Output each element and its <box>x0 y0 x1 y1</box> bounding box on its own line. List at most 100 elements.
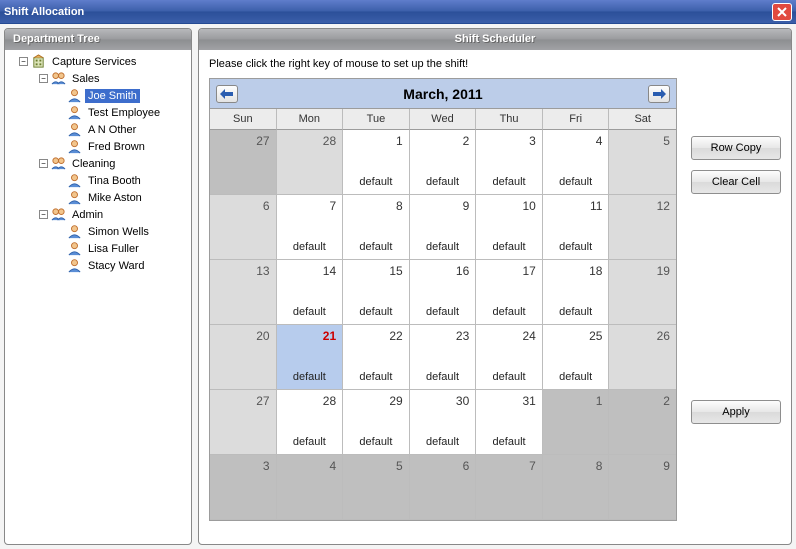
tree-toggle-icon[interactable]: − <box>39 210 48 219</box>
calendar-day-number: 24 <box>480 329 538 343</box>
calendar-cell[interactable]: 6 <box>210 195 277 260</box>
calendar-cell[interactable]: 12 <box>609 195 676 260</box>
instruction-text: Please click the right key of mouse to s… <box>209 58 677 70</box>
calendar-cell[interactable]: 4 default <box>543 130 610 195</box>
calendar-cell[interactable]: 2default <box>410 130 477 195</box>
calendar-cell[interactable]: 5 <box>609 130 676 195</box>
calendar-day-number: 4 <box>547 134 605 148</box>
calendar-cell[interactable]: 13 <box>210 260 277 325</box>
calendar-cell[interactable]: 15default <box>343 260 410 325</box>
close-icon[interactable] <box>772 3 792 21</box>
department-tree[interactable]: − Capture Services − Sales Joe Smith Tes… <box>5 50 191 544</box>
group-icon <box>51 207 66 222</box>
tree-department[interactable]: − Cleaning <box>7 155 189 172</box>
tree-department[interactable]: − Admin <box>7 206 189 223</box>
calendar-cell[interactable]: 3default <box>476 130 543 195</box>
user-icon <box>67 105 82 120</box>
calendar-cell[interactable]: 30default <box>410 390 477 455</box>
calendar-shift-label: default <box>543 241 609 253</box>
user-icon <box>67 190 82 205</box>
tree-toggle-icon[interactable]: − <box>39 74 48 83</box>
calendar-day-number: 3 <box>480 134 538 148</box>
tree-employee[interactable]: Stacy Ward <box>7 257 189 274</box>
calendar-cell[interactable]: 25default <box>543 325 610 390</box>
calendar: March, 2011 SunMonTueWedThuFriSat 27281d… <box>209 78 677 521</box>
tree-node-label: Capture Services <box>49 55 139 69</box>
calendar-cell[interactable]: 10default <box>476 195 543 260</box>
tree-node-label: Cleaning <box>69 157 118 171</box>
calendar-cell[interactable]: 2 <box>609 390 676 455</box>
calendar-cell[interactable]: 1 <box>543 390 610 455</box>
calendar-cell[interactable]: 20 <box>210 325 277 390</box>
calendar-cell[interactable]: 11 default <box>543 195 610 260</box>
calendar-cell[interactable]: 22default <box>343 325 410 390</box>
tree-employee[interactable]: Mike Aston <box>7 189 189 206</box>
calendar-cell[interactable]: 28 <box>277 130 344 195</box>
calendar-day-number: 20 <box>214 329 272 343</box>
calendar-cell[interactable]: 9 <box>609 455 676 520</box>
apply-button[interactable]: Apply <box>691 400 781 424</box>
calendar-cell[interactable]: 7default <box>277 195 344 260</box>
calendar-dow-header: Thu <box>476 109 543 130</box>
calendar-cell[interactable]: 24default <box>476 325 543 390</box>
calendar-day-number: 17 <box>480 264 538 278</box>
tree-employee[interactable]: Joe Smith <box>7 87 189 104</box>
calendar-cell[interactable]: 1default <box>343 130 410 195</box>
tree-employee[interactable]: Test Employee <box>7 104 189 121</box>
calendar-shift-label: default <box>410 241 476 253</box>
tree-department[interactable]: − Sales <box>7 70 189 87</box>
calendar-cell[interactable]: 28default <box>277 390 344 455</box>
calendar-cell[interactable]: 27 <box>210 390 277 455</box>
calendar-dow-header: Fri <box>543 109 610 130</box>
user-icon <box>67 241 82 256</box>
tree-employee[interactable]: Simon Wells <box>7 223 189 240</box>
calendar-day-number: 29 <box>347 394 405 408</box>
calendar-cell[interactable]: 16default <box>410 260 477 325</box>
calendar-shift-label: default <box>343 436 409 448</box>
calendar-cell[interactable]: 8 <box>543 455 610 520</box>
calendar-cell[interactable]: 29 default <box>343 390 410 455</box>
calendar-cell[interactable]: 27 <box>210 130 277 195</box>
tree-employee[interactable]: Lisa Fuller <box>7 240 189 257</box>
calendar-cell[interactable]: 26 <box>609 325 676 390</box>
calendar-cell[interactable]: 5 <box>343 455 410 520</box>
calendar-cell[interactable]: 8default <box>343 195 410 260</box>
calendar-cell[interactable]: 4 <box>277 455 344 520</box>
calendar-cell[interactable]: 9default <box>410 195 477 260</box>
calendar-cell[interactable]: 17 default <box>476 260 543 325</box>
calendar-header: March, 2011 <box>210 79 676 109</box>
tree-root[interactable]: − Capture Services <box>7 53 189 70</box>
tree-toggle-icon[interactable]: − <box>19 57 28 66</box>
tree-node-label: Mike Aston <box>85 191 145 205</box>
calendar-cell[interactable]: 19 <box>609 260 676 325</box>
user-icon <box>67 139 82 154</box>
calendar-cell[interactable]: 6 <box>410 455 477 520</box>
shift-scheduler-header: Shift Scheduler <box>199 29 791 50</box>
prev-month-button[interactable] <box>216 85 238 103</box>
calendar-day-number: 2 <box>613 394 672 408</box>
calendar-shift-label: default <box>476 241 542 253</box>
calendar-cell[interactable]: 14default <box>277 260 344 325</box>
tree-toggle-icon[interactable]: − <box>39 159 48 168</box>
calendar-day-number: 13 <box>214 264 272 278</box>
calendar-shift-label: default <box>543 176 609 188</box>
next-month-button[interactable] <box>648 85 670 103</box>
tree-employee[interactable]: Tina Booth <box>7 172 189 189</box>
calendar-cell[interactable]: 31default <box>476 390 543 455</box>
calendar-cell[interactable]: 18default <box>543 260 610 325</box>
calendar-cell[interactable]: 7 <box>476 455 543 520</box>
calendar-dow-header: Mon <box>277 109 344 130</box>
calendar-shift-label: default <box>476 436 542 448</box>
calendar-cell[interactable]: 23default <box>410 325 477 390</box>
calendar-cell[interactable]: 3 <box>210 455 277 520</box>
calendar-shift-label: default <box>476 306 542 318</box>
row-copy-button[interactable]: Row Copy <box>691 136 781 160</box>
tree-node-label: Tina Booth <box>85 174 144 188</box>
tree-employee[interactable]: A N Other <box>7 121 189 138</box>
calendar-day-number: 11 <box>547 199 605 213</box>
tree-node-label: A N Other <box>85 123 139 137</box>
tree-employee[interactable]: Fred Brown <box>7 138 189 155</box>
clear-cell-button[interactable]: Clear Cell <box>691 170 781 194</box>
window-titlebar: Shift Allocation <box>0 0 796 24</box>
calendar-cell[interactable]: 21default <box>277 325 344 390</box>
